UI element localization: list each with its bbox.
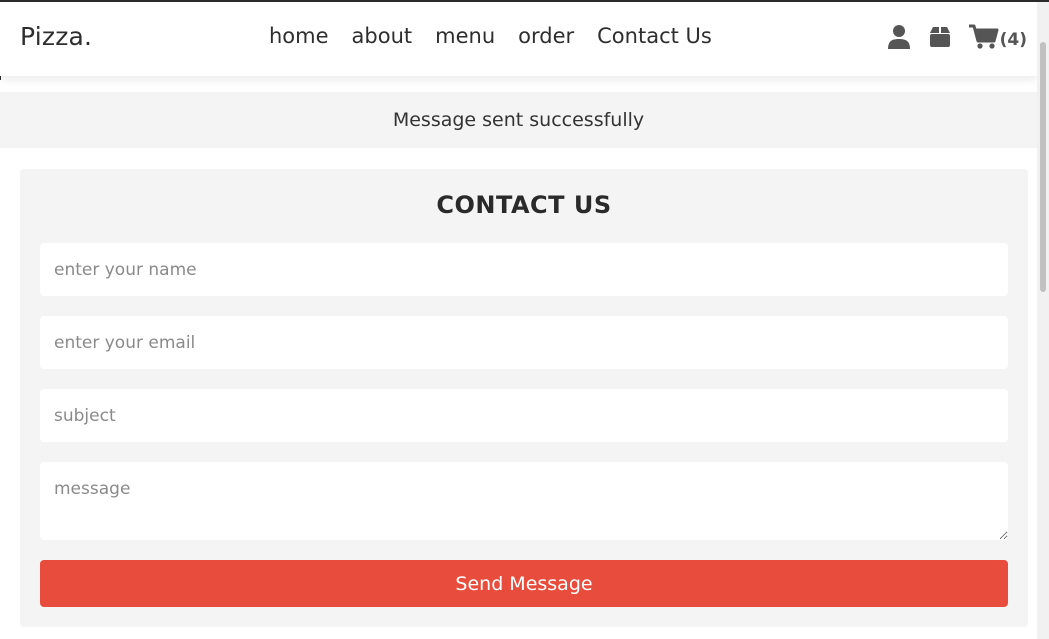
main-nav: home about menu order Contact Us — [269, 24, 712, 48]
contact-title: CONTACT US — [436, 191, 612, 219]
header-icons: (4) — [887, 24, 1027, 50]
scrollbar-thumb[interactable] — [1040, 42, 1046, 292]
box-icon[interactable] — [928, 25, 952, 49]
nav-home[interactable]: home — [269, 24, 329, 48]
user-icon[interactable] — [887, 24, 911, 50]
logo[interactable]: Pizza. — [20, 22, 92, 51]
page-scrollbar[interactable] — [1037, 2, 1049, 639]
cart-icon — [968, 24, 999, 49]
contact-form-panel: CONTACT US Send Message — [20, 169, 1028, 627]
status-message: Message sent successfully — [0, 92, 1037, 148]
subject-input[interactable] — [40, 389, 1008, 442]
message-textarea[interactable] — [40, 462, 1008, 540]
nav-menu[interactable]: menu — [435, 24, 495, 48]
cart-count: (4) — [999, 30, 1027, 50]
cart-link[interactable]: (4) — [968, 24, 1027, 50]
status-message-text: Message sent successfully — [392, 109, 645, 131]
site-header: Pizza. home about menu order Contact Us — [0, 2, 1037, 76]
nav-about[interactable]: about — [352, 24, 413, 48]
name-input[interactable] — [40, 243, 1008, 296]
nav-order[interactable]: order — [518, 24, 574, 48]
send-message-button[interactable]: Send Message — [40, 560, 1008, 607]
email-input[interactable] — [40, 316, 1008, 369]
nav-contact-us[interactable]: Contact Us — [597, 24, 712, 48]
